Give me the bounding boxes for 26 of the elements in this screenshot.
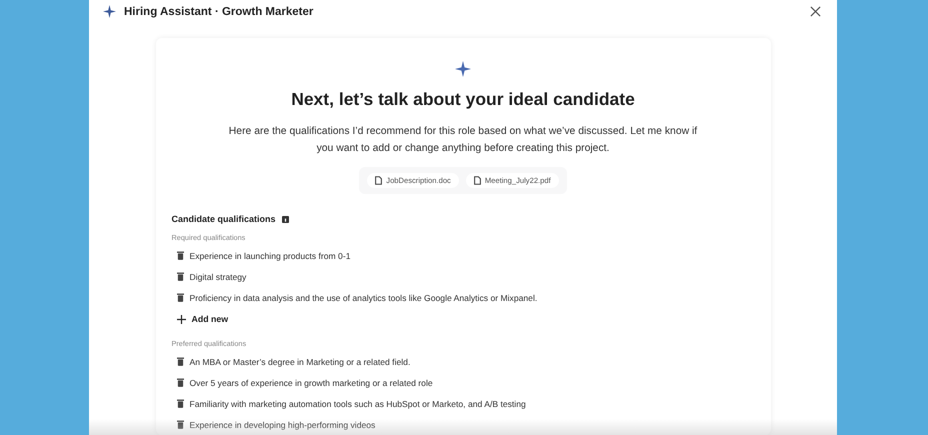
trash-icon[interactable] <box>176 272 184 281</box>
heading: Next, let’s talk about your ideal candidate <box>291 89 635 110</box>
trash-icon[interactable] <box>176 251 184 260</box>
qualification-text: Digital strategy <box>190 272 246 282</box>
info-icon <box>282 216 289 222</box>
qualification-text: Over 5 years of experience in growth marketing or a related role <box>190 378 433 388</box>
sparkle-icon <box>103 5 116 18</box>
intro-text: Here are the qualifications I’d recommend for this role based on what we’ve discussed. Let me know if you want to add or change anything before creating this project. <box>228 125 698 156</box>
qualification-text: Proficiency in data analysis and the use of analytics tools like Google Analytics or Mixpanel. <box>190 292 538 302</box>
qualification-text: Familiarity with marketing automation tools such as HubSpot or Marketo, and A/B testing <box>190 398 526 408</box>
trash-icon[interactable] <box>176 293 184 302</box>
trash-icon[interactable] <box>176 399 184 408</box>
qualification-text: Experience in developing high-performing videos <box>190 420 376 430</box>
qualification-text: An MBA or Master’s degree in Marketing or a related field. <box>190 356 410 366</box>
trash-icon[interactable] <box>176 378 184 387</box>
trash-icon[interactable] <box>176 420 184 429</box>
trash-icon[interactable] <box>176 357 184 366</box>
plus-icon <box>176 314 186 324</box>
sparkle-icon <box>455 61 471 77</box>
window-title: Hiring Assistant · Growth Marketer <box>124 6 314 18</box>
document-icon <box>474 176 481 185</box>
add-new-button[interactable]: Add new <box>172 311 234 327</box>
section-title: Candidate qualifications <box>172 214 276 224</box>
qualification-text: Experience in launching products from 0-1 <box>190 250 350 260</box>
close-icon[interactable] <box>810 6 821 17</box>
document-icon <box>375 176 382 185</box>
